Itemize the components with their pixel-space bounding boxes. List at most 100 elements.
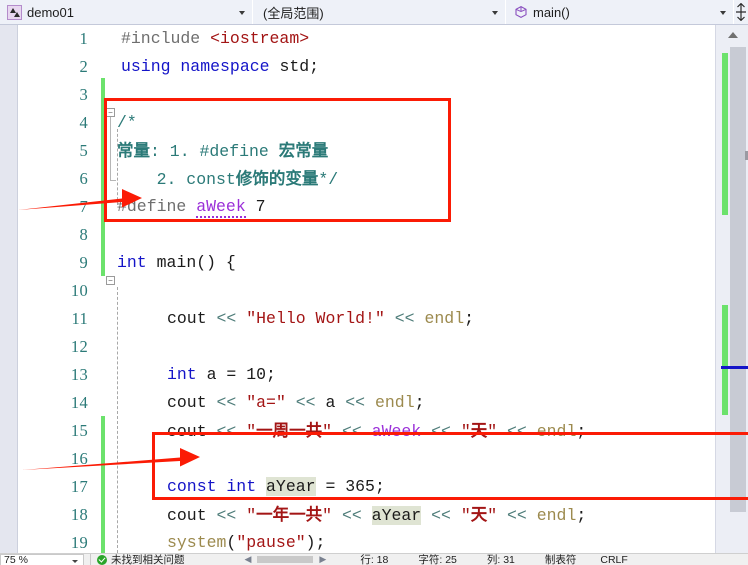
line-number: 6 <box>79 169 88 188</box>
code-line[interactable] <box>105 277 748 305</box>
code-line-text: int main() { <box>117 253 236 272</box>
line-number: 19 <box>70 533 88 552</box>
project-icon <box>7 4 22 20</box>
line-number: 13 <box>70 365 88 384</box>
line-number-row: 17 <box>18 473 96 501</box>
vertical-scrollbar[interactable] <box>715 25 748 553</box>
code-line-text: #include <iostream> <box>121 29 310 48</box>
code-line[interactable]: using namespace std; <box>105 53 748 81</box>
code-line[interactable] <box>105 221 748 249</box>
next-issue-button[interactable]: ▶ <box>319 554 326 565</box>
line-number: 1 <box>79 29 88 48</box>
line-number-row: 5 <box>18 137 96 165</box>
zoom-level-combobox[interactable]: 75 % <box>0 554 84 565</box>
code-line[interactable]: const int aYear = 365; <box>105 473 748 501</box>
prev-issue-button[interactable]: ◀ <box>245 554 252 565</box>
scrollbar-caret-indicator <box>721 366 748 369</box>
scroll-up-arrow-icon[interactable] <box>721 27 744 43</box>
editor-left-margin <box>0 25 18 553</box>
line-number: 8 <box>79 225 88 244</box>
scope-selector-label: (全局范围) <box>263 5 324 21</box>
line-number-row: 19 <box>18 529 96 553</box>
code-line-text: system("pause"); <box>167 533 326 552</box>
line-number: 11 <box>71 309 88 328</box>
scrollbar-change-marker <box>722 53 728 215</box>
line-number-row: 7 <box>18 193 96 221</box>
line-number: 10 <box>70 281 88 300</box>
line-number: 5 <box>79 141 88 160</box>
scrollbar-thumb[interactable] <box>730 47 746 312</box>
line-number-gutter: 1 2 3 4 5 6 7 8 9 10 11 12 13 14 15 16 1… <box>18 25 96 553</box>
line-number-row: 10 <box>18 277 96 305</box>
code-line[interactable] <box>105 333 748 361</box>
code-line[interactable]: #define aWeek 7 <box>105 193 748 221</box>
code-line[interactable]: 2. const修饰的变量*/ <box>105 165 748 193</box>
line-number-row: 16 <box>18 445 96 473</box>
code-line[interactable]: /* <box>105 109 748 137</box>
line-number: 14 <box>70 393 88 412</box>
member-selector-label: main() <box>533 4 570 20</box>
line-number-row: 1 <box>18 25 96 53</box>
method-cube-icon <box>514 5 528 19</box>
code-line[interactable]: cout << "一周一共" << aWeek << "天" << endl; <box>105 417 748 445</box>
split-view-icon[interactable] <box>734 0 748 24</box>
indentation-mode-label[interactable]: 制表符 <box>545 554 577 565</box>
line-number-row: 11 <box>18 305 96 333</box>
scope-selector-combobox[interactable]: (全局范围) <box>253 0 506 24</box>
project-selector-combobox[interactable]: demo01 <box>0 0 253 24</box>
code-line[interactable]: system("pause"); <box>105 529 748 553</box>
line-number: 18 <box>70 505 88 524</box>
code-line-text: int a = 10; <box>167 365 276 384</box>
code-line-text: cout << "一年一共" << aYear << "天" << endl; <box>167 506 587 525</box>
code-line[interactable]: #include <iostream> <box>105 25 748 53</box>
code-line[interactable]: int a = 10; <box>105 361 748 389</box>
line-number-row: 6 <box>18 165 96 193</box>
code-line-text: const int aYear = 365; <box>167 477 385 496</box>
line-number: 4 <box>79 113 88 132</box>
code-editor-surface[interactable]: 1 2 3 4 5 6 7 8 9 10 11 12 13 14 15 16 1… <box>0 25 748 553</box>
line-number-row: 4 <box>18 109 96 137</box>
project-selector-label: demo01 <box>27 4 74 20</box>
code-line-text: using namespace std; <box>121 57 320 76</box>
line-number: 9 <box>79 253 88 272</box>
success-check-icon <box>97 554 107 565</box>
visual-studio-editor-window: demo01 (全局范围) main() 1 2 3 4 5 6 7 8 9 1… <box>0 0 748 565</box>
issue-progress-indicator <box>257 556 314 563</box>
line-number-row: 15 <box>18 417 96 445</box>
code-line[interactable] <box>105 445 748 473</box>
scrollbar-thumb[interactable] <box>730 312 746 512</box>
caret-row-label: 行: 18 <box>360 554 389 565</box>
line-number: 16 <box>70 449 88 468</box>
code-line-text: cout << "a=" << a << endl; <box>167 393 425 412</box>
code-line[interactable]: cout << "Hello World!" << endl; <box>105 305 748 333</box>
line-number-row: 8 <box>18 221 96 249</box>
code-line[interactable]: cout << "a=" << a << endl; <box>105 389 748 417</box>
code-line-text: #define aWeek 7 <box>117 197 266 218</box>
line-number: 17 <box>70 477 88 496</box>
caret-chars-label: 字符: 25 <box>418 554 457 565</box>
line-number: 15 <box>70 421 88 440</box>
code-line-text: /* <box>117 113 137 132</box>
line-number: 3 <box>79 85 88 104</box>
code-line[interactable]: int main() { <box>105 249 748 277</box>
error-status-label: 未找到相关问题 <box>111 554 185 565</box>
line-number-row: 18 <box>18 501 96 529</box>
code-line[interactable]: 常量: 1. #define 宏常量 <box>105 137 748 165</box>
navigation-bar: demo01 (全局范围) main() <box>0 0 748 25</box>
member-selector-combobox[interactable]: main() <box>506 0 734 24</box>
line-number-row: 2 <box>18 53 96 81</box>
line-number-row: 9 <box>18 249 96 277</box>
zoom-level-label: 75 % <box>4 553 28 565</box>
code-line-text: cout << "Hello World!" << endl; <box>167 309 474 328</box>
code-line[interactable]: cout << "一年一共" << aYear << "天" << endl; <box>105 501 748 529</box>
line-ending-label[interactable]: CRLF <box>600 554 627 565</box>
line-number-row: 13 <box>18 361 96 389</box>
status-divider <box>90 554 91 565</box>
code-line-text: 2. const修饰的变量*/ <box>117 170 339 189</box>
code-text-area[interactable]: − − #include <iostream> using namespace … <box>105 25 748 553</box>
scrollbar-change-marker <box>722 305 728 415</box>
line-number: 7 <box>79 197 88 216</box>
code-line[interactable] <box>105 81 748 109</box>
line-number: 12 <box>70 337 88 356</box>
line-number-row: 14 <box>18 389 96 417</box>
